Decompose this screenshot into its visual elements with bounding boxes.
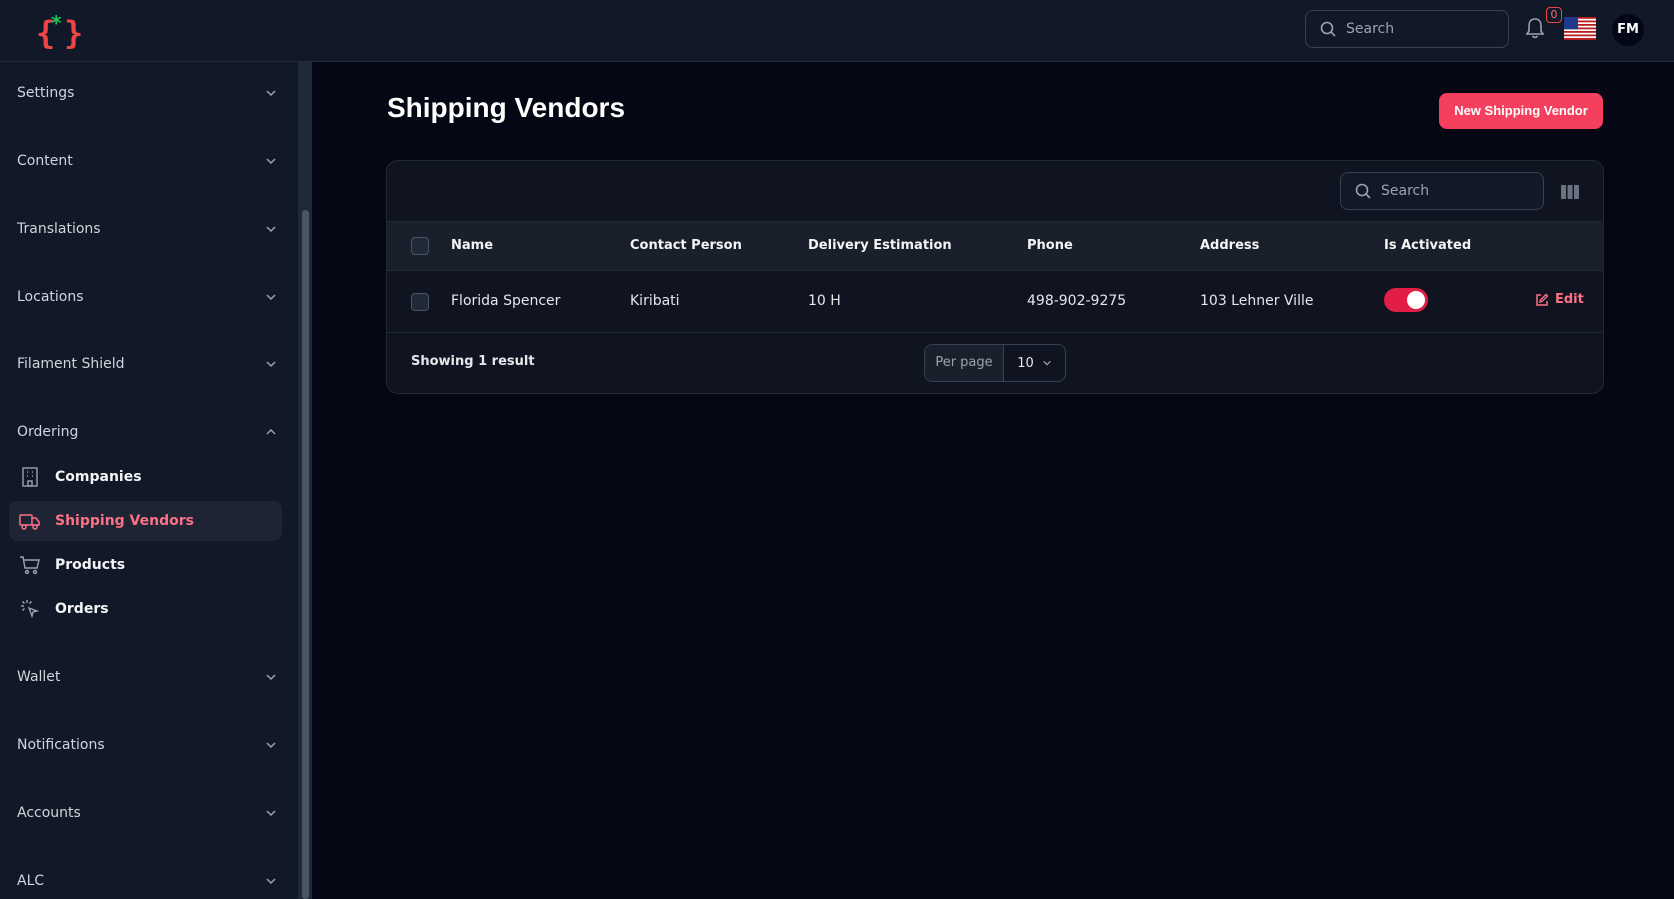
notification-count-badge: 0 bbox=[1546, 7, 1562, 23]
sidebar-group-filament-shield[interactable]: Filament Shield bbox=[17, 352, 277, 376]
columns-toggle-icon[interactable] bbox=[1560, 183, 1580, 201]
sidebar-item-shipping-vendors[interactable]: Shipping Vendors bbox=[9, 501, 282, 541]
select-all-checkbox[interactable] bbox=[411, 237, 429, 255]
sidebar-item-products[interactable]: Products bbox=[9, 545, 282, 585]
sidebar-item-orders[interactable]: Orders bbox=[9, 589, 282, 629]
table-search-input[interactable]: Search bbox=[1340, 172, 1544, 210]
cell-delivery-estimation: 10 H bbox=[808, 293, 841, 309]
search-icon bbox=[1355, 183, 1371, 199]
sidebar-group-label: Ordering bbox=[17, 424, 79, 440]
sidebar-group-label: Notifications bbox=[17, 737, 105, 753]
is-activated-toggle[interactable] bbox=[1384, 288, 1428, 312]
chevron-up-icon bbox=[266, 428, 276, 435]
column-header-address[interactable]: Address bbox=[1200, 238, 1259, 253]
sidebar-item-label: Orders bbox=[55, 601, 109, 617]
chevron-down-icon bbox=[266, 226, 276, 233]
vendors-table-card: Search Name Contact Person Delivery Esti… bbox=[386, 160, 1604, 394]
chevron-down-icon bbox=[266, 158, 276, 165]
cell-name: Florida Spencer bbox=[451, 293, 561, 309]
us-flag-icon[interactable] bbox=[1564, 17, 1596, 40]
top-bar: { } * Search 0 FM bbox=[0, 0, 1674, 62]
column-header-contact-person[interactable]: Contact Person bbox=[630, 238, 742, 253]
sidebar-item-label: Products bbox=[55, 557, 126, 573]
table-header: Name Contact Person Delivery Estimation … bbox=[387, 222, 1603, 271]
table-row: Florida Spencer Kiribati 10 H 498-902-92… bbox=[387, 271, 1603, 333]
cell-phone: 498-902-9275 bbox=[1027, 293, 1127, 309]
column-header-is-activated[interactable]: Is Activated bbox=[1384, 238, 1471, 253]
row-checkbox[interactable] bbox=[411, 293, 429, 311]
per-page-select[interactable]: Per page 10 bbox=[924, 344, 1066, 382]
sidebar-group-label: ALC bbox=[17, 873, 45, 889]
sidebar-group-notifications[interactable]: Notifications bbox=[17, 733, 277, 757]
column-header-phone[interactable]: Phone bbox=[1027, 238, 1073, 253]
chevron-down-icon bbox=[1042, 360, 1051, 366]
page-title: Shipping Vendors bbox=[387, 92, 626, 123]
cell-contact-person: Kiribati bbox=[630, 293, 680, 309]
sidebar-group-wallet[interactable]: Wallet bbox=[17, 665, 277, 689]
edit-label: Edit bbox=[1555, 292, 1584, 307]
sidebar-group-label: Locations bbox=[17, 289, 84, 305]
table-toolbar: Search bbox=[387, 161, 1603, 222]
sidebar-group-settings[interactable]: Settings bbox=[17, 81, 277, 105]
chevron-down-icon bbox=[266, 90, 276, 97]
edit-link[interactable]: Edit bbox=[1535, 292, 1584, 307]
column-header-delivery-estimation[interactable]: Delivery Estimation bbox=[808, 238, 952, 253]
logo-icon[interactable]: { } * bbox=[34, 10, 84, 52]
sidebar-group-label: Filament Shield bbox=[17, 356, 125, 372]
building-icon bbox=[22, 467, 38, 487]
cart-icon bbox=[20, 556, 40, 575]
chevron-down-icon bbox=[266, 294, 276, 301]
toggle-knob bbox=[1407, 291, 1425, 309]
sidebar-group-label: Settings bbox=[17, 85, 75, 101]
edit-icon bbox=[1536, 293, 1549, 306]
user-avatar[interactable]: FM bbox=[1612, 14, 1644, 46]
chevron-down-icon bbox=[266, 810, 276, 817]
sidebar-group-accounts[interactable]: Accounts bbox=[17, 801, 277, 825]
per-page-value[interactable]: 10 bbox=[1004, 345, 1065, 381]
sidebar-group-locations[interactable]: Locations bbox=[17, 285, 277, 309]
sidebar-item-companies[interactable]: Companies bbox=[9, 457, 282, 497]
bell-icon[interactable] bbox=[1524, 16, 1546, 40]
new-shipping-vendor-button[interactable]: New Shipping Vendor bbox=[1439, 93, 1603, 129]
cursor-click-icon bbox=[21, 600, 40, 619]
sidebar-group-alc[interactable]: ALC bbox=[17, 869, 277, 893]
per-page-value-text: 10 bbox=[1017, 355, 1034, 371]
svg-text:*: * bbox=[51, 11, 62, 35]
truck-icon bbox=[19, 514, 40, 530]
global-search-input[interactable]: Search bbox=[1305, 10, 1509, 48]
sidebar-group-ordering[interactable]: Ordering bbox=[17, 420, 277, 444]
sidebar-item-label: Shipping Vendors bbox=[55, 513, 194, 529]
search-placeholder: Search bbox=[1346, 21, 1395, 37]
per-page-label: Per page bbox=[925, 345, 1004, 381]
chevron-down-icon bbox=[266, 878, 276, 885]
sidebar-item-label: Companies bbox=[55, 469, 142, 485]
svg-text:}: } bbox=[64, 14, 83, 52]
results-count: Showing 1 result bbox=[411, 354, 535, 369]
sidebar-group-label: Content bbox=[17, 153, 73, 169]
sidebar-scrollbar-thumb[interactable] bbox=[302, 210, 309, 899]
search-icon bbox=[1320, 21, 1336, 37]
sidebar-group-translations[interactable]: Translations bbox=[17, 217, 277, 241]
cell-address: 103 Lehner Ville bbox=[1200, 293, 1314, 309]
sidebar-group-label: Accounts bbox=[17, 805, 81, 821]
sidebar-group-label: Translations bbox=[17, 221, 101, 237]
sidebar-group-content[interactable]: Content bbox=[17, 149, 277, 173]
chevron-down-icon bbox=[266, 742, 276, 749]
chevron-down-icon bbox=[266, 361, 276, 368]
search-placeholder: Search bbox=[1381, 183, 1430, 199]
column-header-name[interactable]: Name bbox=[451, 238, 493, 253]
chevron-down-icon bbox=[266, 674, 276, 681]
sidebar-group-label: Wallet bbox=[17, 669, 61, 685]
